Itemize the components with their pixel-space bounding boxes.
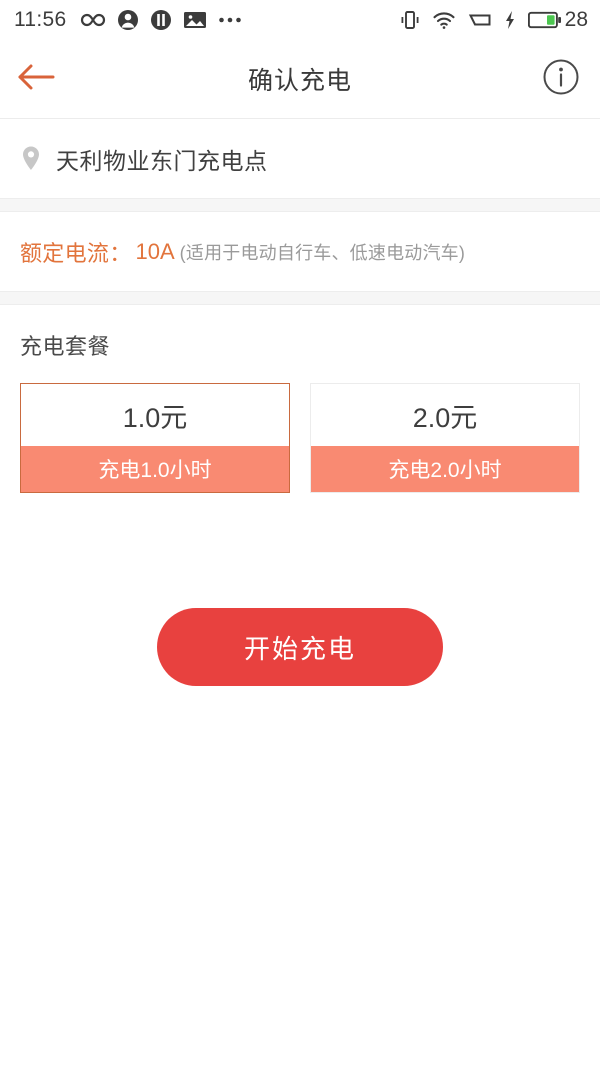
rated-current-row: 额定电流： 10A (适用于电动自行车、低速电动汽车) bbox=[0, 212, 600, 291]
rated-current-value: 10A bbox=[135, 238, 175, 264]
image-icon bbox=[183, 10, 207, 30]
section-divider bbox=[0, 198, 600, 212]
account-icon bbox=[117, 9, 139, 31]
info-button[interactable] bbox=[540, 58, 582, 100]
status-bar: 11:56 28 bbox=[0, 0, 600, 40]
back-button[interactable] bbox=[0, 40, 72, 118]
package-section-title: 充电套餐 bbox=[20, 334, 111, 359]
package-duration-2: 充电2.0小时 bbox=[311, 446, 579, 492]
app-header: 确认充电 bbox=[0, 40, 600, 119]
package-section: 充电套餐 1.0元 充电1.0小时 2.0元 充电2.0小时 bbox=[0, 305, 600, 493]
back-arrow-icon bbox=[16, 61, 56, 98]
info-circle-icon bbox=[542, 58, 580, 101]
vibrate-icon bbox=[400, 9, 420, 31]
wifi-icon bbox=[432, 10, 456, 30]
station-row: 天利物业东门充电点 bbox=[0, 119, 600, 198]
page-filler bbox=[0, 686, 600, 1026]
status-bar-right: 28 bbox=[400, 8, 588, 32]
status-bar-left: 11:56 bbox=[14, 8, 253, 32]
start-charging-button[interactable]: 开始充电 bbox=[157, 608, 443, 686]
package-list: 1.0元 充电1.0小时 2.0元 充电2.0小时 bbox=[0, 361, 600, 493]
station-name: 天利物业东门充电点 bbox=[56, 147, 268, 174]
battery-percent-label: 28 bbox=[564, 8, 588, 31]
charging-bolt-icon bbox=[504, 10, 516, 30]
rated-current-label: 额定电流： bbox=[20, 240, 132, 266]
cta-container: 开始充电 bbox=[0, 493, 600, 686]
package-price-1: 1.0元 bbox=[21, 384, 289, 446]
package-card-2[interactable]: 2.0元 充电2.0小时 bbox=[310, 383, 580, 493]
signal-icon bbox=[468, 11, 492, 29]
package-duration-1: 充电1.0小时 bbox=[21, 446, 289, 492]
section-divider-2 bbox=[0, 291, 600, 305]
package-card-1[interactable]: 1.0元 充电1.0小时 bbox=[20, 383, 290, 493]
map-pin-icon bbox=[20, 146, 42, 172]
status-bar-clock: 11:56 bbox=[14, 8, 67, 31]
package-price-2: 2.0元 bbox=[311, 384, 579, 446]
infinity-icon bbox=[80, 12, 106, 28]
more-icon bbox=[218, 16, 242, 24]
rated-current-note: (适用于电动自行车、低速电动汽车) bbox=[179, 242, 466, 263]
page-title: 确认充电 bbox=[247, 67, 352, 95]
music-icon bbox=[150, 9, 172, 31]
battery-icon bbox=[527, 11, 562, 29]
